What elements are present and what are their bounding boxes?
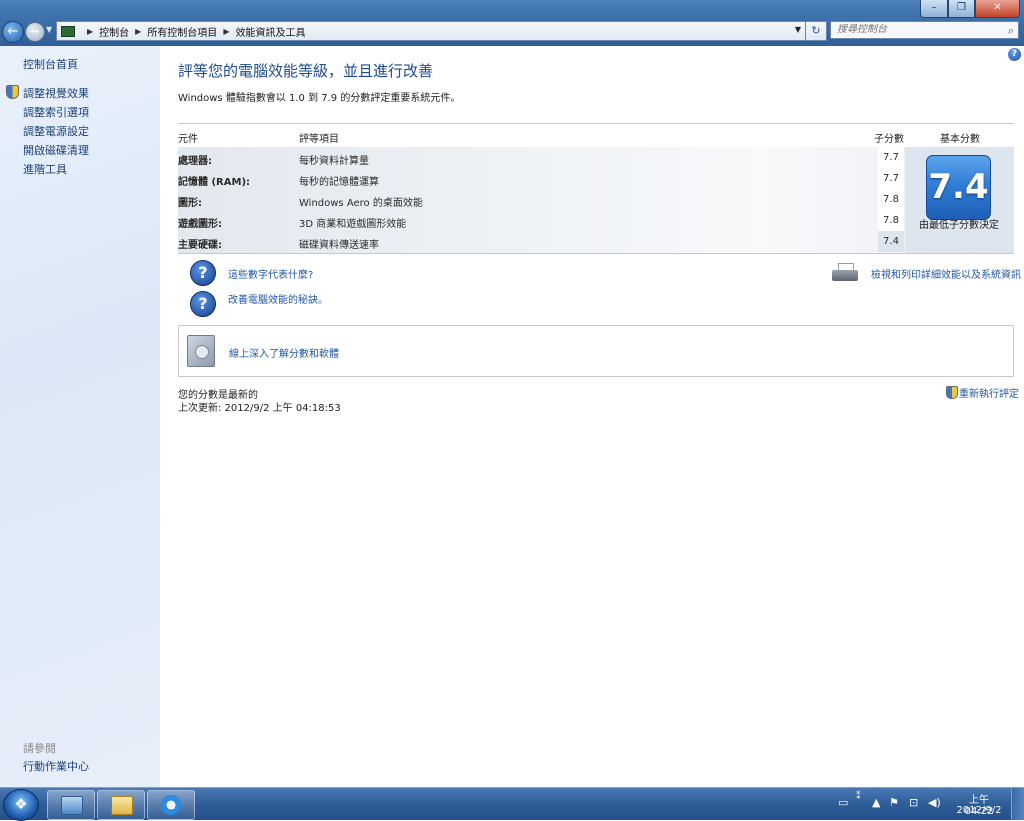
component-name: 記憶體 (RAM): — [178, 177, 251, 188]
improve-tips-link[interactable]: 改善電腦效能的秘訣。 — [228, 291, 328, 306]
back-button[interactable]: ← — [2, 21, 24, 43]
rated-item: 每秒資料計算量 — [299, 156, 369, 167]
adjust-visual-effects-link[interactable]: 調整視覺效果 — [23, 85, 89, 101]
breadcrumb-separator-icon[interactable]: ▶ — [135, 27, 141, 36]
disk-cleanup-link[interactable]: 開啟磁碟清理 — [23, 142, 89, 158]
breadcrumb-separator-icon[interactable]: ▶ — [223, 27, 229, 36]
component-name: 圖形: — [178, 198, 202, 209]
taskbar-explorer[interactable] — [97, 790, 145, 820]
see-also-heading: 請參閱 — [23, 742, 56, 755]
advanced-tools-link[interactable]: 進階工具 — [23, 161, 67, 177]
printer-body — [832, 270, 858, 281]
start-button[interactable]: ❖ — [3, 789, 39, 821]
page-description: Windows 體驗指數會以 1.0 到 7.9 的分數評定重要系統元件。 — [178, 93, 461, 104]
rated-item: Windows Aero 的桌面效能 — [299, 198, 423, 209]
rated-item: 每秒的記憶體運算 — [299, 177, 379, 188]
input-method-icon[interactable]: ⁑ — [856, 792, 861, 802]
column-header-base-score: 基本分數 — [940, 134, 980, 145]
printer-icon — [832, 263, 858, 283]
base-score-caption: 由最低子分數決定 — [919, 220, 999, 231]
back-arrow-icon: ← — [7, 24, 19, 39]
show-hidden-icons[interactable]: ▲ — [872, 796, 880, 809]
search-box[interactable]: ⌕ — [830, 21, 1019, 39]
windows-logo-icon: ❖ — [14, 795, 28, 813]
learn-more-online-link[interactable]: 線上深入了解分數和軟體 — [229, 345, 339, 360]
maximize-button[interactable]: ❐ — [948, 0, 975, 18]
refresh-button[interactable]: ↻ — [805, 21, 827, 41]
action-center-flag-icon[interactable]: ⚑ — [889, 796, 899, 809]
taskbar-internet-explorer[interactable]: e — [147, 790, 195, 820]
subscore: 7.8 — [878, 210, 904, 231]
folder-icon — [111, 796, 133, 815]
uac-shield-icon — [6, 85, 19, 99]
task-pane: 控制台首頁 調整視覺效果 調整索引選項 調整電源設定 開啟磁碟清理 進階工具 請… — [0, 46, 160, 787]
subscore: 7.7 — [878, 168, 904, 189]
component-name: 遊戲圖形: — [178, 219, 222, 230]
component-name: 主要硬碟: — [178, 240, 222, 251]
page-title: 評等您的電腦效能等級，並且進行改善 — [178, 62, 434, 80]
close-button[interactable]: ✕ — [975, 0, 1020, 18]
taskbar: ❖ e ▭ ⁑ ▲ ⚑ ⊡ ◀) 上午 04:22 2012/9/2 — [0, 787, 1024, 821]
window-titlebar: – ❐ ✕ ← → ▼ ▶ 控制台 ▶ 所有控制台項目 ▶ 效能資訊及工具 ▼ … — [0, 0, 1024, 46]
question-icon: ? — [190, 260, 216, 286]
what-numbers-mean-link[interactable]: 這些數字代表什麼? — [228, 266, 313, 281]
recent-pages-dropdown[interactable]: ▼ — [46, 25, 52, 34]
last-update: 上次更新: 2012/9/2 上午 04:18:53 — [178, 403, 341, 414]
main-content: ? 評等您的電腦效能等級，並且進行改善 Windows 體驗指數會以 1.0 到… — [160, 46, 1024, 787]
score-table: 處理器: 每秒資料計算量 7.7 記憶體 (RAM): 每秒的記憶體運算 7.7… — [178, 147, 1014, 253]
address-dropdown-icon[interactable]: ▼ — [795, 25, 801, 34]
table-row: 記憶體 (RAM): 每秒的記憶體運算 7.7 — [178, 168, 1014, 189]
table-row: 處理器: 每秒資料計算量 7.7 — [178, 147, 1014, 168]
breadcrumb-control-panel[interactable]: 控制台 — [99, 24, 129, 39]
uac-shield-icon — [946, 386, 958, 399]
subscore-lowest: 7.4 — [878, 231, 904, 252]
divider — [178, 253, 1014, 254]
volume-icon[interactable]: ◀) — [928, 796, 941, 809]
breadcrumb-performance[interactable]: 效能資訊及工具 — [235, 24, 305, 39]
base-score-panel: 7.4 由最低子分數決定 — [905, 147, 1014, 253]
search-input[interactable] — [837, 24, 997, 35]
control-panel-icon — [61, 25, 75, 37]
breadcrumb-all-items[interactable]: 所有控制台項目 — [147, 24, 217, 39]
online-info-box: 線上深入了解分數和軟體 — [178, 325, 1014, 377]
divider — [178, 123, 1014, 124]
forward-arrow-icon: → — [30, 25, 40, 38]
adjust-power-link[interactable]: 調整電源設定 — [23, 123, 89, 139]
keyboard-icon[interactable]: ▭ — [838, 796, 848, 809]
component-name: 處理器: — [178, 156, 212, 167]
subscore: 7.8 — [878, 189, 904, 210]
software-box-icon — [187, 335, 215, 367]
forward-button[interactable]: → — [25, 22, 45, 42]
rated-item: 磁碟資料傳送速率 — [299, 240, 379, 251]
minimize-button[interactable]: – — [920, 0, 948, 18]
column-header-subscore: 子分數 — [874, 134, 904, 145]
column-header-component: 元件 — [178, 134, 198, 145]
refresh-icon: ↻ — [811, 24, 821, 37]
control-panel-home-link[interactable]: 控制台首頁 — [23, 56, 78, 72]
column-header-rated: 評等項目 — [299, 134, 339, 145]
table-row: 遊戲圖形: 3D 商業和遊戲圖形效能 7.8 — [178, 210, 1014, 231]
view-print-details-link[interactable]: 檢視和列印詳細效能以及系統資訊 — [871, 266, 1021, 281]
base-score-tile: 7.4 — [926, 155, 991, 220]
rerun-assessment-link[interactable]: 重新執行評定 — [959, 385, 1019, 400]
search-icon[interactable]: ⌕ — [1008, 23, 1014, 39]
rated-item: 3D 商業和遊戲圖形效能 — [299, 219, 407, 230]
clock-date[interactable]: 2012/9/2 — [955, 805, 1003, 816]
address-bar[interactable]: ▶ 控制台 ▶ 所有控制台項目 ▶ 效能資訊及工具 ▼ — [56, 21, 806, 41]
action-center-link[interactable]: 行動作業中心 — [23, 758, 89, 774]
control-panel-icon — [61, 796, 83, 815]
breadcrumb-separator-icon[interactable]: ▶ — [87, 27, 93, 36]
adjust-indexing-link[interactable]: 調整索引選項 — [23, 104, 89, 120]
help-icon[interactable]: ? — [1008, 48, 1021, 61]
window-controls: – ❐ ✕ — [920, 0, 1020, 18]
taskbar-control-panel[interactable] — [47, 790, 95, 820]
question-icon: ? — [190, 291, 216, 317]
show-desktop-button[interactable] — [1011, 788, 1024, 820]
network-icon[interactable]: ⊡ — [909, 796, 918, 809]
table-row: 圖形: Windows Aero 的桌面效能 7.8 — [178, 189, 1014, 210]
subscore: 7.7 — [878, 147, 904, 168]
internet-explorer-icon: e — [161, 795, 181, 815]
table-row: 主要硬碟: 磁碟資料傳送速率 7.4 — [178, 231, 1014, 252]
